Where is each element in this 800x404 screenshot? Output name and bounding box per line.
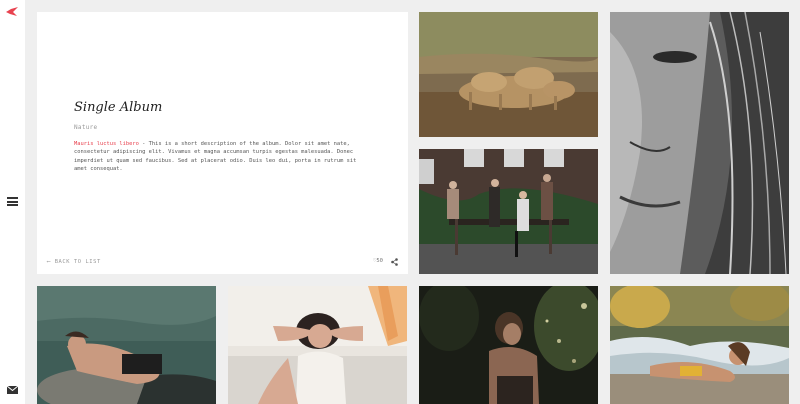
like-count: 50 — [376, 258, 383, 264]
back-to-list-link[interactable]: ⟵ BACK TO LIST — [47, 259, 101, 265]
like-button[interactable]: ♡50 — [373, 258, 383, 264]
photo-group-on-bench[interactable] — [419, 149, 598, 274]
share-icon[interactable] — [391, 258, 398, 266]
back-to-list-label: BACK TO LIST — [54, 259, 101, 265]
photo-woman-on-rock[interactable] — [37, 286, 216, 404]
bird-logo-icon[interactable] — [5, 6, 19, 18]
photo-lions[interactable] — [419, 12, 598, 137]
photo-woman-on-beach[interactable] — [610, 286, 789, 404]
album-category[interactable]: Nature — [74, 124, 97, 131]
hamburger-menu-icon[interactable] — [7, 197, 18, 206]
sidebar — [0, 0, 25, 404]
album-title: Single Album — [74, 100, 163, 115]
photo-woman-face-closeup[interactable] — [610, 12, 789, 274]
album-info-card: Single Album Nature Mauris luctus libero… — [37, 12, 408, 274]
photo-woman-in-dark-forest[interactable] — [419, 286, 598, 404]
arrow-left-icon: ⟵ — [47, 259, 55, 265]
description-highlight-link[interactable]: Mauris luctus libero — [74, 141, 139, 147]
envelope-icon[interactable] — [7, 386, 18, 394]
album-description: Mauris luctus libero - This is a short d… — [74, 140, 370, 174]
photo-woman-in-bath[interactable] — [228, 286, 407, 404]
